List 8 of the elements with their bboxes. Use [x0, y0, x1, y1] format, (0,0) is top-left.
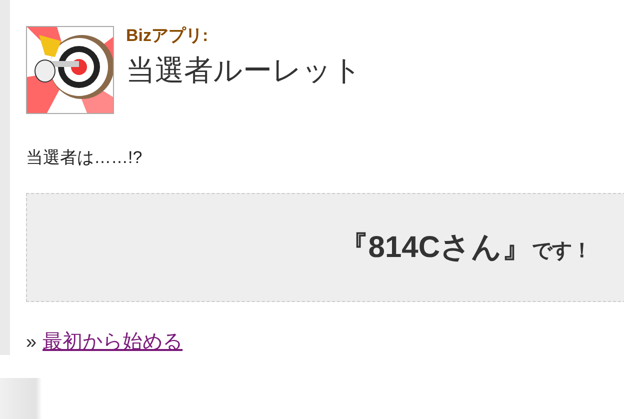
result-suffix: です！ [532, 239, 592, 264]
corner-panel [0, 378, 42, 419]
page-title: 当選者ルーレット [126, 54, 362, 88]
prompt-text: 当選者は……!? [26, 147, 144, 169]
link-marker: » [26, 332, 37, 354]
winner-name: 『814Cさん』 [338, 230, 532, 266]
category-label: Bizアプリ: [126, 26, 210, 46]
restart-link[interactable]: 最初から始める [42, 328, 183, 355]
